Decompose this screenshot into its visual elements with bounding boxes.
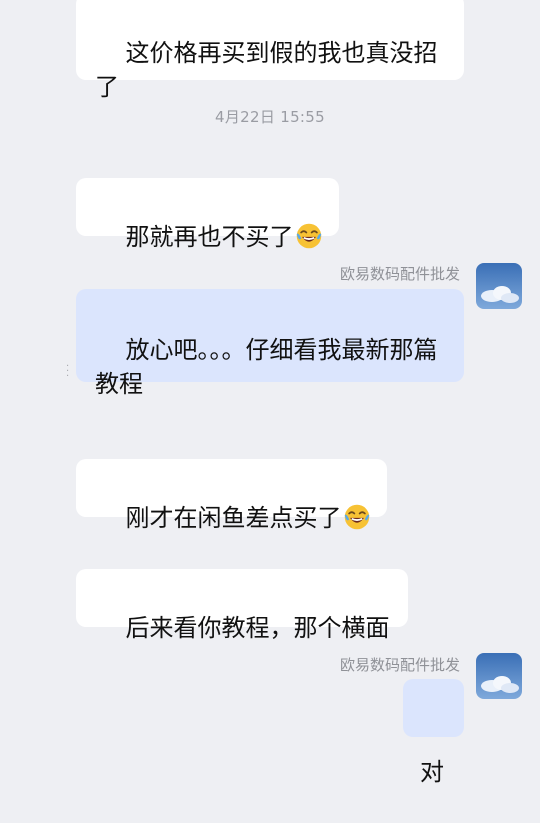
incoming-message-bubble[interactable]: 这价格再买到假的我也真没招 了 — [76, 0, 464, 101]
selection-handle-icon: · · · — [66, 361, 70, 382]
chat-thread: 这价格再买到假的我也真没招 了 4月22日 15:55 那就再也不买了 欧易数码… — [0, 0, 540, 786]
sender-avatar[interactable] — [476, 653, 522, 699]
tears-of-joy-emoji-icon — [296, 223, 321, 249]
incoming-message-bubble[interactable]: 后来看你教程，那个横面 — [76, 569, 408, 642]
message-text: 后来看你教程，那个横面 — [125, 614, 390, 642]
sky-avatar-icon — [476, 263, 522, 309]
outgoing-message-bubble[interactable]: 对 — [403, 679, 464, 786]
message-timestamp: 4月22日 15:55 — [215, 108, 325, 126]
sender-name: 欧易数码配件批发 — [339, 265, 460, 283]
message-text: 放心吧。。。仔细看我最新那篇 教程 — [95, 336, 438, 398]
sender-name: 欧易数码配件批发 — [339, 656, 460, 674]
incoming-message-bubble[interactable]: 刚才在闲鱼差点买了 — [76, 459, 387, 532]
sky-avatar-icon — [476, 653, 522, 699]
message-text: 那就再也不买了 — [125, 223, 294, 251]
incoming-message-bubble[interactable]: 那就再也不买了 — [76, 178, 339, 251]
message-text: 这价格再买到假的我也真没招 了 — [95, 39, 438, 101]
outgoing-message-bubble[interactable]: 放心吧。。。仔细看我最新那篇 教程 — [76, 289, 464, 398]
message-text: 刚才在闲鱼差点买了 — [125, 504, 342, 532]
sender-avatar[interactable] — [476, 263, 522, 309]
message-text: 对 — [420, 758, 444, 786]
tears-of-joy-emoji-icon — [344, 504, 369, 530]
